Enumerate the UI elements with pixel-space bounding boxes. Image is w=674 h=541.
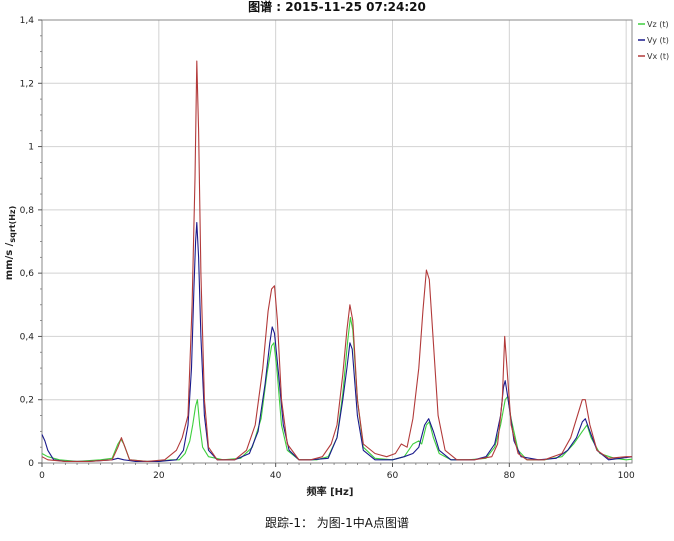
x-tick-label: 20: [153, 471, 165, 481]
x-tick-label: 40: [270, 471, 282, 481]
x-axis-label: 频率 [Hz]: [307, 485, 354, 498]
y-axis-label-sub: sqrt(Hz): [8, 206, 17, 243]
legend-label: Vz (t): [647, 20, 669, 29]
chart-title: 图谱 : 2015-11-25 07:24:20: [248, 0, 426, 14]
y-tick-label: 1,4: [20, 16, 35, 26]
x-tick-label: 80: [504, 471, 516, 481]
y-tick-label: 0,2: [20, 396, 34, 406]
y-tick-label: 0,6: [20, 269, 35, 279]
y-tick-label: 0,4: [20, 332, 35, 342]
x-tick-label: 0: [39, 471, 45, 481]
legend-label: Vy (t): [647, 36, 669, 45]
y-axis-label-main: mm/s /: [4, 242, 15, 280]
spectrum-chart: 图谱 : 2015-11-25 07:24:20 0 20 40 60 80 100 0 0,…: [0, 0, 674, 541]
x-tick-label: 100: [618, 471, 635, 481]
y-tick-label: 1: [28, 143, 34, 153]
legend-label: Vx (t): [647, 52, 669, 61]
figure-caption: 跟踪-1： 为图-1中A点图谱: [265, 516, 409, 530]
y-tick-label: 0,8: [20, 206, 35, 216]
x-tick-label: 60: [387, 471, 399, 481]
y-tick-label: 1,2: [20, 79, 34, 89]
y-tick-label: 0: [28, 459, 34, 469]
